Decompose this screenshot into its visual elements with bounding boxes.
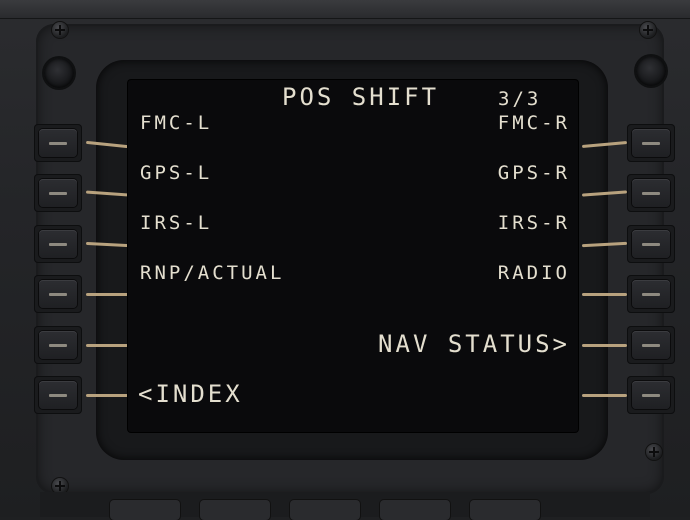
key-bar-icon — [49, 142, 67, 145]
function-key[interactable] — [200, 500, 270, 520]
screw-bottom-right-icon — [646, 444, 662, 460]
lsk-pointer-icon — [582, 293, 627, 296]
key-bar-icon — [49, 394, 67, 397]
lsk-pointer-icon — [86, 293, 128, 296]
lsk-1r-button[interactable] — [632, 129, 670, 157]
lsk-5r-button[interactable] — [632, 331, 670, 359]
lsk-pointer-icon — [582, 344, 627, 347]
key-bar-icon — [49, 243, 67, 246]
bezel-top-edge — [0, 0, 690, 19]
lsk-1l-button[interactable] — [39, 129, 77, 157]
left-line-1: FMC-L — [140, 112, 213, 134]
lsk-3r-button[interactable] — [632, 230, 670, 258]
lsk-3l-button[interactable] — [39, 230, 77, 258]
screw-top-right-icon — [640, 22, 656, 38]
left-line-4: RNP/ACTUAL — [140, 262, 285, 284]
lsk-6l-button[interactable] — [39, 381, 77, 409]
page-title: POS SHIFT — [282, 83, 440, 111]
right-line-4: RADIO — [497, 262, 570, 284]
right-line-2: GPS-R — [497, 162, 570, 184]
nav-status-prompt: NAV STATUS> — [378, 330, 570, 358]
lsk-2l-button[interactable] — [39, 179, 77, 207]
function-key[interactable] — [290, 500, 360, 520]
key-bar-icon — [49, 344, 67, 347]
lsk-2r-button[interactable] — [632, 179, 670, 207]
right-line-3: IRS-R — [497, 212, 570, 234]
lsk-pointer-icon — [86, 394, 128, 397]
key-bar-icon — [642, 344, 660, 347]
index-prompt: <INDEX — [138, 380, 243, 408]
key-bar-icon — [49, 192, 67, 195]
function-key[interactable] — [380, 500, 450, 520]
lsk-6r-button[interactable] — [632, 381, 670, 409]
key-bar-icon — [642, 243, 660, 246]
lsk-pointer-icon — [582, 394, 627, 397]
key-bar-icon — [642, 192, 660, 195]
function-key[interactable] — [470, 500, 540, 520]
key-bar-icon — [642, 293, 660, 296]
lsk-4r-button[interactable] — [632, 280, 670, 308]
cdu-bezel: POS SHIFT 3/3 FMC-L GPS-L IRS-L RNP/ACTU… — [0, 0, 690, 520]
lsk-4l-button[interactable] — [39, 280, 77, 308]
brightness-knob-left[interactable] — [44, 58, 74, 88]
key-bar-icon — [642, 394, 660, 397]
lsk-5l-button[interactable] — [39, 331, 77, 359]
cdu-display: POS SHIFT 3/3 FMC-L GPS-L IRS-L RNP/ACTU… — [128, 80, 578, 432]
left-line-2: GPS-L — [140, 162, 213, 184]
page-number: 3/3 — [498, 88, 542, 110]
right-line-1: FMC-R — [497, 112, 570, 134]
key-bar-icon — [642, 142, 660, 145]
lsk-pointer-icon — [86, 344, 128, 347]
screw-top-left-icon — [52, 22, 68, 38]
function-key[interactable] — [110, 500, 180, 520]
key-bar-icon — [49, 293, 67, 296]
left-line-3: IRS-L — [140, 212, 213, 234]
brightness-knob-right[interactable] — [636, 56, 666, 86]
